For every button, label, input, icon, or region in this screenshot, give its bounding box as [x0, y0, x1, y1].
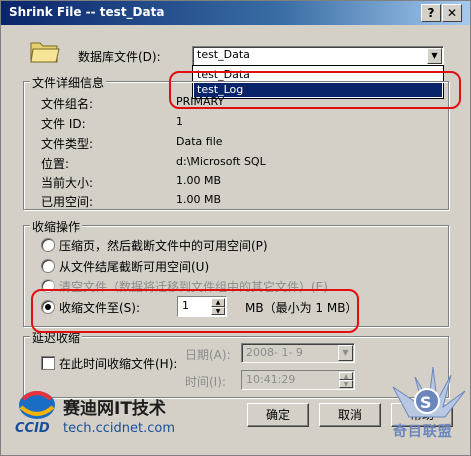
filegroup-label: 文件组名: [41, 97, 94, 111]
location-label: 位置: [41, 157, 70, 171]
time-value: 10:41:29 [246, 373, 296, 386]
file-id-label: 文件 ID: [41, 117, 86, 131]
date-label: 日期(A): [185, 348, 231, 362]
shrink-file-dialog: Shrink File -- test_Data ? ✕ 数据库文件(D): t… [0, 0, 471, 456]
database-file-label: 数据库文件(D): [78, 50, 161, 64]
time-label: 时间(I): [185, 375, 226, 389]
highlight-shrink-to [31, 289, 359, 333]
file-info-group-title: 文件详细信息 [30, 74, 107, 91]
close-button[interactable]: ✕ [442, 4, 462, 22]
window-title: Shrink File -- test_Data [9, 5, 165, 19]
time-stepper[interactable]: 10:41:29 ▲ ▼ [241, 370, 355, 390]
used-space-value: 1.00 MB [176, 193, 222, 206]
folder-icon [30, 42, 60, 63]
calendar-dropdown-icon[interactable]: ▼ [338, 345, 353, 361]
chevron-down-icon[interactable]: ▼ [427, 48, 442, 64]
radio-truncate-end[interactable] [41, 259, 55, 273]
file-type-label: 文件类型: [41, 137, 94, 151]
radio-compress-pages[interactable] [41, 238, 55, 252]
watermark-brand: 赛迪网IT技术 [63, 399, 166, 419]
delayed-shrink-checkbox[interactable] [41, 356, 55, 370]
time-spin-down-icon[interactable]: ▼ [339, 380, 353, 388]
location-value: d:\Microsoft SQL [176, 155, 266, 168]
watermark-url: tech.ccidnet.com [63, 421, 176, 436]
date-value: 2008- 1- 9 [246, 346, 303, 359]
title-bar: Shrink File -- test_Data ? ✕ [1, 1, 470, 25]
delayed-shrink-label[interactable]: 在此时间收缩文件(H): [59, 355, 177, 372]
radio-truncate-end-label[interactable]: 从文件结尾截断可用空间(U) [59, 258, 209, 275]
file-type-value: Data file [176, 135, 223, 148]
file-id-value: 1 [176, 115, 183, 128]
cancel-button[interactable]: 取消 [319, 403, 381, 427]
stamp-caption: 奇 目 联 盟 [393, 424, 452, 440]
watermark-logo-text: CCID [15, 421, 50, 436]
current-size-value: 1.00 MB [176, 174, 222, 187]
time-spin-up-icon[interactable]: ▲ [339, 372, 353, 380]
database-file-combo[interactable]: test_Data ▼ [192, 46, 444, 66]
ccid-logo [19, 391, 55, 419]
ok-button[interactable]: 确定 [247, 403, 309, 427]
date-picker[interactable]: 2008- 1- 9 ▼ [241, 343, 355, 363]
help-title-button[interactable]: ? [421, 4, 441, 22]
used-space-label: 已用空间: [41, 195, 94, 209]
current-size-label: 当前大小: [41, 176, 94, 190]
database-file-selected: test_Data [197, 48, 250, 61]
radio-compress-pages-label[interactable]: 压缩页，然后截断文件中的可用空间(P) [59, 237, 268, 254]
stamp-letter-text: S [420, 393, 432, 412]
shrink-action-group-title: 收缩操作 [30, 218, 83, 235]
highlight-dropdown [169, 71, 461, 109]
